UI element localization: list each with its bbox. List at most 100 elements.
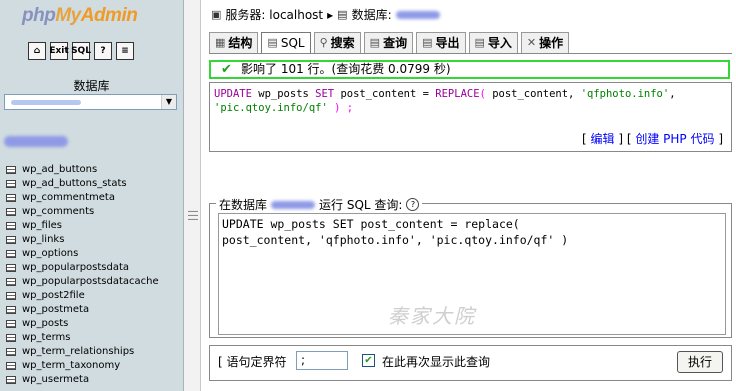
help-icon[interactable]: ?: [94, 42, 112, 60]
database-select[interactable]: ▼: [4, 94, 177, 110]
main-frame: ▣ 服务器: localhost ▸ ▤ 数据库: ▦ 结构 ▤ SQL ⚲ 搜索 ▤ 查询 ▤…: [201, 0, 736, 391]
table-icon[interactable]: [6, 264, 16, 272]
splitter-grip-icon[interactable]: ― ― ―: [188, 207, 198, 225]
tab-label: 操作: [539, 36, 564, 50]
list-item[interactable]: wp_ad_buttons: [6, 163, 159, 177]
table-icon[interactable]: [6, 306, 16, 314]
list-item[interactable]: wp_links: [6, 233, 159, 247]
list-item[interactable]: wp_term_relationships: [6, 345, 159, 359]
breadcrumb-separator-icon: ▸: [327, 7, 334, 22]
table-icon[interactable]: [6, 362, 16, 370]
tab-label: SQL: [280, 36, 305, 50]
search-icon: ⚲: [319, 36, 328, 49]
table-icon[interactable]: [6, 250, 16, 258]
help-icon[interactable]: ?: [406, 198, 420, 211]
table-name[interactable]: wp_term_relationships: [22, 345, 134, 359]
table-icon[interactable]: [6, 376, 16, 384]
delimiter-input[interactable]: ;: [296, 351, 348, 370]
list-item[interactable]: wp_posts: [6, 317, 159, 331]
delimiter-label: [ 语句定界符: [218, 355, 287, 369]
tab-export[interactable]: ▤ 导出: [416, 32, 466, 53]
show-query-again-checkbox[interactable]: ✔: [362, 354, 375, 367]
operations-icon: ✕: [526, 36, 537, 49]
table-name[interactable]: wp_post2file: [22, 289, 85, 303]
legend-database-name: [271, 200, 316, 209]
table-name[interactable]: wp_usermeta: [22, 373, 89, 387]
list-item[interactable]: wp_terms: [6, 331, 159, 345]
list-item[interactable]: wp_comments: [6, 205, 159, 219]
table-icon[interactable]: [6, 222, 16, 230]
table-icon[interactable]: [6, 292, 16, 300]
table-icon[interactable]: [6, 166, 16, 174]
tab-label: 搜索: [330, 36, 355, 50]
list-item[interactable]: wp_popularpostsdatacache: [6, 275, 159, 289]
current-database-name[interactable]: [4, 136, 68, 147]
breadcrumb: ▣ 服务器: localhost ▸ ▤ 数据库:: [211, 6, 440, 23]
home-icon[interactable]: ⌂: [28, 42, 46, 60]
table-name[interactable]: wp_postmeta: [22, 303, 89, 317]
tab-label: 导入: [487, 36, 512, 50]
list-item[interactable]: wp_ad_buttons_stats: [6, 177, 159, 191]
chevron-down-icon[interactable]: ▼: [161, 95, 176, 109]
create-php-code-link[interactable]: 创建 PHP 代码: [635, 132, 714, 146]
tab-query[interactable]: ▤ 查询: [363, 32, 414, 53]
show-query-again-label[interactable]: 在此再次显示此查询: [382, 353, 490, 370]
tab-sql[interactable]: ▤ SQL: [261, 32, 311, 53]
tab-operations[interactable]: ✕ 操作: [520, 32, 570, 53]
success-message: ✔ 影响了 101 行。(查询花费 0.0799 秒): [209, 60, 730, 79]
list-item[interactable]: wp_post2file: [6, 289, 159, 303]
database-icon: ▤: [337, 8, 348, 21]
list-item[interactable]: wp_postmeta: [6, 303, 159, 317]
table-name[interactable]: wp_commentmeta: [22, 191, 115, 205]
table-icon[interactable]: [6, 180, 16, 188]
frame-splitter[interactable]: ― ― ―: [184, 0, 201, 391]
table-name[interactable]: wp_term_taxonomy: [22, 359, 120, 373]
table-icon[interactable]: [6, 208, 16, 216]
breadcrumb-database-name[interactable]: [395, 10, 440, 19]
exit-icon[interactable]: Exit: [49, 42, 69, 60]
go-button[interactable]: 执行: [677, 351, 723, 373]
tab-label: 查询: [383, 36, 408, 50]
table-name[interactable]: wp_comments: [22, 205, 94, 219]
table-name[interactable]: wp_options: [22, 247, 78, 261]
table-name[interactable]: wp_posts: [22, 317, 68, 331]
table-icon[interactable]: [6, 236, 16, 244]
server-icon: ▣: [211, 8, 222, 21]
table-name[interactable]: wp_links: [22, 233, 64, 247]
phpmyadmin-logo[interactable]: phpMyAdmin: [22, 5, 138, 27]
table-name[interactable]: wp_files: [22, 219, 62, 233]
list-item[interactable]: wp_usermeta: [6, 373, 159, 387]
query-options-bar: [ 语句定界符 ; ✔ 在此再次显示此查询 执行: [209, 345, 732, 381]
database-select-value: [11, 100, 81, 105]
table-name[interactable]: wp_ad_buttons_stats: [22, 177, 127, 191]
database-label: 数据库: [73, 79, 110, 93]
sql-actions: [ 编辑 ] [ 创建 PHP 代码 ]: [582, 132, 723, 146]
table-name[interactable]: wp_popularpostsdatacache: [22, 275, 159, 289]
table-name[interactable]: wp_ad_buttons: [22, 163, 97, 177]
tab-search[interactable]: ⚲ 搜索: [313, 32, 361, 53]
table-icon[interactable]: [6, 320, 16, 328]
edit-link[interactable]: 编辑: [591, 132, 615, 146]
list-item[interactable]: wp_popularpostsdata: [6, 261, 159, 275]
quick-icons: ⌂ Exit SQL? ≡: [28, 42, 134, 60]
watermark: 秦家大院: [388, 304, 476, 328]
docs-icon[interactable]: ≡: [116, 42, 134, 60]
list-item[interactable]: wp_term_taxonomy: [6, 359, 159, 373]
breadcrumb-database-label[interactable]: 数据库:: [352, 6, 392, 23]
tab-structure[interactable]: ▦ 结构: [209, 32, 259, 53]
table-icon[interactable]: [6, 278, 16, 286]
list-item[interactable]: wp_options: [6, 247, 159, 261]
table-list: wp_ad_buttons wp_ad_buttons_stats wp_comme…: [6, 163, 159, 387]
sql-icon: ▤: [267, 36, 278, 49]
table-icon[interactable]: [6, 334, 16, 342]
table-icon[interactable]: [6, 194, 16, 202]
list-item[interactable]: wp_files: [6, 219, 159, 233]
table-name[interactable]: wp_popularpostsdata: [22, 261, 129, 275]
list-item[interactable]: wp_commentmeta: [6, 191, 159, 205]
table-name[interactable]: wp_terms: [22, 331, 71, 345]
tab-import[interactable]: ▤ 导入: [468, 32, 518, 53]
sql-icon[interactable]: SQL: [71, 42, 91, 60]
table-icon[interactable]: [6, 348, 16, 356]
breadcrumb-server[interactable]: 服务器: localhost: [225, 6, 323, 23]
import-icon: ▤: [474, 36, 485, 49]
